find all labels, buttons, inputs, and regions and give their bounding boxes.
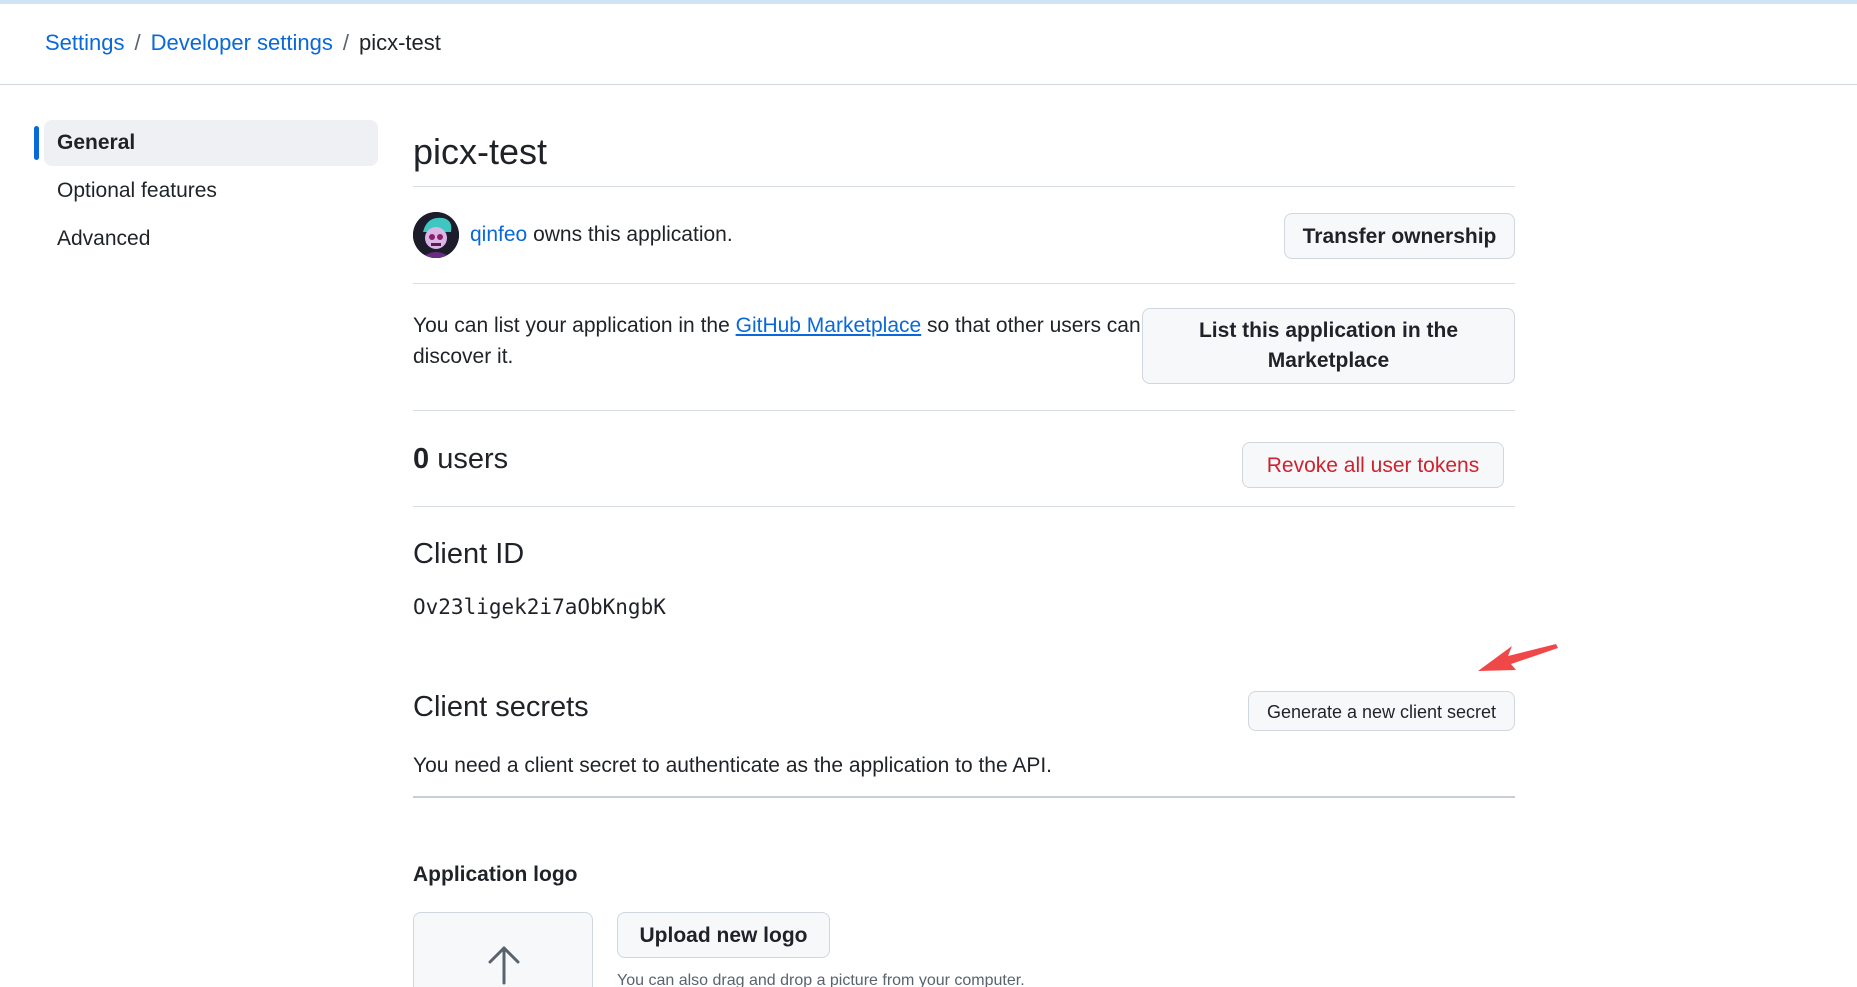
logo-upload-hint: You can also drag and drop a picture fro… bbox=[617, 972, 1025, 987]
sidebar-item-label: General bbox=[57, 131, 136, 154]
users-label: users bbox=[437, 443, 509, 475]
client-secret-description: You need a client secret to authenticate… bbox=[413, 754, 1053, 777]
breadcrumb-current: picx-test bbox=[358, 30, 441, 55]
top-accent-bar bbox=[0, 0, 1857, 4]
upload-arrow-icon bbox=[488, 946, 520, 985]
red-arrow-annotation-icon bbox=[1478, 644, 1558, 671]
transfer-ownership-button[interactable]: Transfer ownership bbox=[1284, 213, 1515, 259]
generate-client-secret-button[interactable]: Generate a new client secret bbox=[1248, 691, 1515, 731]
sidebar-item-label: Optional features bbox=[57, 179, 217, 202]
github-marketplace-link[interactable]: GitHub Marketplace bbox=[736, 314, 922, 337]
logo-drop-zone[interactable] bbox=[413, 912, 593, 987]
marketplace-description: You can list your application in the Git… bbox=[413, 310, 1143, 372]
section-divider bbox=[413, 506, 1515, 507]
client-id-heading: Client ID bbox=[413, 538, 525, 570]
section-divider bbox=[413, 186, 1515, 187]
section-divider bbox=[413, 410, 1515, 411]
users-count: 0 bbox=[413, 443, 430, 475]
breadcrumb-settings-link[interactable]: Settings bbox=[45, 30, 125, 55]
application-logo-heading: Application logo bbox=[413, 863, 578, 886]
sidebar-item-label: Advanced bbox=[57, 227, 151, 250]
upload-new-logo-button[interactable]: Upload new logo bbox=[617, 912, 830, 958]
marketplace-text-before: You can list your application in the bbox=[413, 314, 730, 337]
avatar[interactable] bbox=[413, 212, 459, 258]
client-id-value: Ov23ligek2i7aObKngbK bbox=[413, 595, 666, 619]
owner-text: qinfeo owns this application. bbox=[470, 220, 733, 250]
list-in-marketplace-button[interactable]: List this application in the Marketplace bbox=[1142, 308, 1515, 384]
header-divider bbox=[0, 84, 1857, 85]
section-divider bbox=[413, 283, 1515, 284]
settings-sidebar: General Optional features Advanced bbox=[34, 120, 378, 264]
section-divider bbox=[413, 796, 1515, 798]
client-secrets-heading: Client secrets bbox=[413, 691, 589, 723]
page-title: picx-test bbox=[413, 131, 548, 172]
revoke-all-user-tokens-button[interactable]: Revoke all user tokens bbox=[1242, 442, 1504, 488]
breadcrumb: Settings / Developer settings / picx-test bbox=[45, 27, 441, 59]
breadcrumb-separator: / bbox=[134, 30, 141, 55]
breadcrumb-separator: / bbox=[342, 30, 349, 55]
owner-username-link[interactable]: qinfeo bbox=[470, 223, 527, 246]
active-indicator bbox=[34, 126, 39, 160]
avatar-image-icon bbox=[413, 212, 459, 258]
app-settings-page: Settings / Developer settings / picx-test Ge… bbox=[0, 0, 1857, 987]
sidebar-item-optional-features[interactable]: Optional features bbox=[34, 168, 378, 214]
breadcrumb-developer-settings-link[interactable]: Developer settings bbox=[151, 30, 333, 55]
sidebar-item-advanced[interactable]: Advanced bbox=[34, 216, 378, 262]
sidebar-item-general[interactable]: General bbox=[34, 120, 378, 166]
users-count-heading: 0 users bbox=[413, 440, 508, 478]
owner-suffix: owns this application. bbox=[533, 223, 733, 246]
